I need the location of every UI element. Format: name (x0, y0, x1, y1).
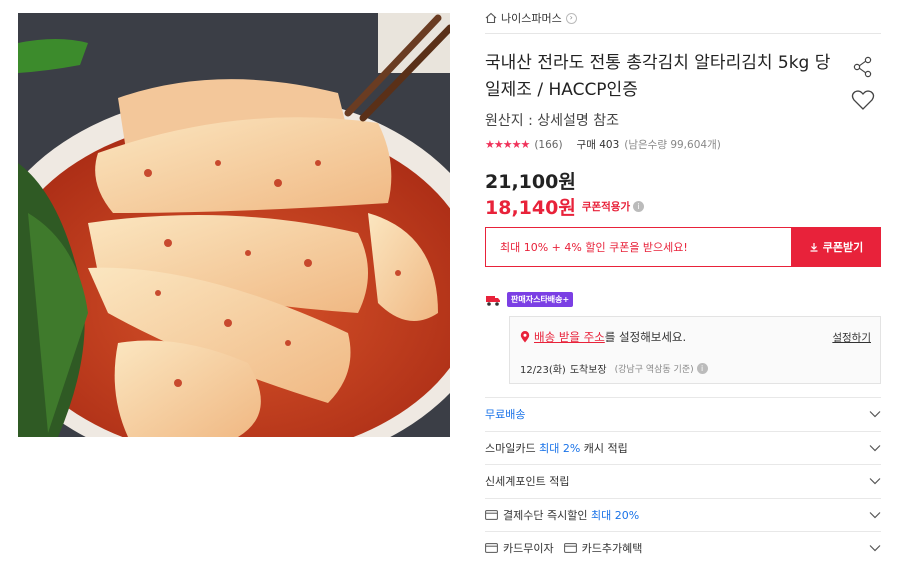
payment-prefix: 결제수단 즉시할인 (503, 508, 588, 522)
address-box: 배송 받을 주소 를 설정해보세요. 설정하기 12/23(화) 도착보장 (강… (509, 316, 881, 384)
coupon-applied-label: 쿠폰적용가 (581, 201, 631, 213)
address-prompt: 배송 받을 주소 를 설정해보세요. (520, 329, 686, 345)
eta-date: 12/23(화) (520, 365, 566, 376)
product-info-panel: 나이스파머스 › 국내산 전라도 전통 총각김치 알타리김치 5kg 당일제조 … (485, 0, 881, 572)
payment-discount-label: 결제수단 즉시할인 최대 20% (485, 507, 639, 523)
benefit-payment-discount[interactable]: 결제수단 즉시할인 최대 20% (485, 497, 881, 532)
info-icon[interactable]: i (696, 363, 708, 374)
rating-row: ★★★★★ (166) 구매 403 (남은수량 99,604개) (485, 137, 721, 152)
card-icon (485, 543, 498, 554)
chevron-down-icon (869, 411, 881, 418)
coupon-message-box: 최대 10% + 4% 할인 쿠폰을 받으세요! (485, 227, 791, 267)
info-icon[interactable]: i (633, 201, 645, 212)
download-icon (810, 243, 818, 252)
eta-location: (강남구 역삼동 기준) (614, 365, 694, 375)
smilecard-prefix: 스마일카드 (485, 441, 536, 455)
chevron-down-icon (869, 444, 881, 452)
share-icon[interactable] (852, 56, 874, 78)
seller-name: 나이스파머스 (501, 12, 562, 25)
set-address-button[interactable]: 설정하기 (832, 330, 871, 345)
chevron-down-icon (869, 511, 881, 519)
benefit-free-shipping[interactable]: 무료배송 (485, 397, 881, 431)
benefit-card-installment[interactable]: 카드무이자 카드추가혜택 (485, 531, 881, 565)
free-shipping-label: 무료배송 (485, 408, 526, 422)
chevron-down-icon (869, 545, 881, 552)
card-extra-label: 카드추가혜택 (581, 542, 643, 556)
address-link[interactable]: 배송 받을 주소 (534, 329, 605, 345)
card-icon (563, 543, 577, 554)
home-icon (485, 12, 497, 24)
delivery-type-row: 판매자스타배송+ (485, 292, 574, 307)
installment-label: 카드무이자 (503, 542, 554, 556)
benefit-shinsegae-point[interactable]: 신세계포인트 적립 (485, 464, 881, 498)
benefits-list: 무료배송 스마일카드 최대 2% 캐시 적립 신세계포인트 적립 결제수단 즉시… (485, 397, 881, 565)
original-price: 21,100원 (485, 171, 576, 193)
card-benefits-label: 카드무이자 카드추가혜택 (485, 540, 642, 556)
product-title: 국내산 전라도 전통 총각김치 알타리김치 5kg 당일제조 / HACCP인증 (485, 53, 831, 100)
product-image (18, 13, 450, 437)
shipping-badge: 판매자스타배송+ (507, 292, 574, 307)
address-suffix: 를 설정해보세요. (604, 330, 687, 344)
heart-icon[interactable] (851, 89, 875, 111)
chevron-down-icon (869, 478, 881, 485)
eta-line: 12/23(화) 도착보장 (강남구 역삼동 기준) i (520, 361, 708, 376)
origin-text: 원산지 : 상세설명 참조 (485, 113, 619, 129)
seller-link[interactable]: 나이스파머스 › (485, 10, 577, 26)
benefit-smilecard[interactable]: 스마일카드 최대 2% 캐시 적립 (485, 430, 881, 465)
review-count[interactable]: (166) (534, 139, 562, 151)
payment-highlight: 최대 20% (590, 508, 640, 522)
rating-stars: ★★★★★ (485, 138, 530, 151)
sale-price: 18,140원 (485, 197, 576, 219)
coupon-download-button[interactable]: 쿠폰받기 (791, 227, 881, 267)
sale-price-row: 18,140원 쿠폰적용가 i (485, 193, 645, 220)
card-icon (485, 509, 498, 520)
pin-icon (520, 331, 530, 343)
smilecard-highlight: 최대 2% (539, 441, 581, 455)
purchase-count: 구매 403 (576, 139, 620, 151)
coupon-message: 최대 10% + 4% 할인 쿠폰을 받으세요! (500, 241, 688, 254)
remaining-stock: (남은수량 99,604개) (624, 139, 721, 151)
divider (485, 33, 881, 34)
smilecard-label: 스마일카드 최대 2% 캐시 적립 (485, 440, 628, 456)
smilecard-suffix: 캐시 적립 (583, 441, 628, 455)
truck-icon (486, 295, 500, 306)
coupon-button-label: 쿠폰받기 (822, 241, 864, 254)
eta-guarantee: 도착보장 (569, 365, 607, 376)
chevron-right-icon: › (565, 12, 577, 24)
shinsegae-label: 신세계포인트 적립 (485, 475, 570, 489)
